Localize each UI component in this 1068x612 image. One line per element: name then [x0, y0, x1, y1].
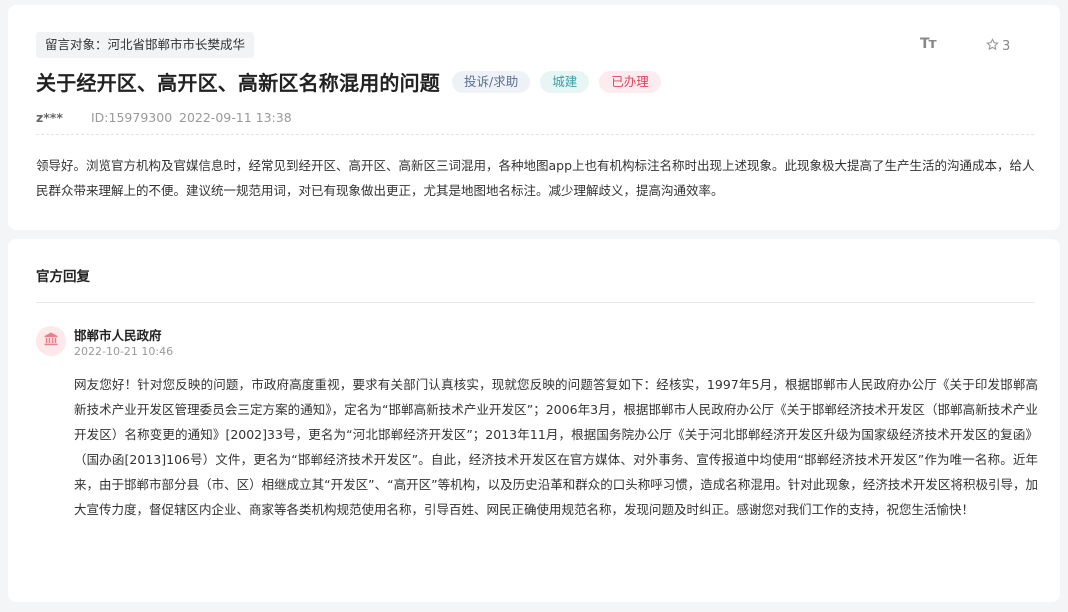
government-building-icon	[43, 331, 59, 351]
favorite-count: 3	[1002, 39, 1011, 54]
message-meta: z*** ID:15979300 2022-09-11 13:38	[36, 110, 292, 125]
avatar	[36, 326, 66, 356]
message-target-tag: 留言对象：河北省邯郸市市长樊成华	[36, 32, 255, 58]
font-size-icon[interactable]: Tт	[920, 36, 937, 52]
category-tag: 投诉/求助	[452, 70, 531, 93]
favorite-button[interactable]: 3	[986, 38, 1010, 55]
message-title: 关于经开区、高开区、高新区名称混用的问题	[36, 71, 440, 95]
reply-content: 网友您好！针对您反映的问题，市政府高度重视，要求有关部门认真核实，现就您反映的问…	[74, 377, 1038, 517]
official-reply-card: 官方回复 邯郸市人民政府 2022-10-21 10:46 网友您好！针对您反映…	[8, 239, 1060, 602]
message-user: z***	[36, 110, 63, 125]
reply-heading: 官方回复	[36, 269, 90, 285]
title-row: 关于经开区、高开区、高新区名称混用的问题 投诉/求助 城建 已办理	[36, 67, 661, 96]
divider	[36, 134, 1034, 135]
status-badge: 已办理	[599, 70, 661, 93]
message-datetime: 2022-09-11 13:38	[179, 110, 292, 125]
message-card: 留言对象：河北省邯郸市市长樊成华 Tт 3 关于经开区、高开区、高新区名称混用的…	[8, 5, 1060, 230]
reply-datetime: 2022-10-21 10:46	[74, 345, 174, 358]
message-content: 领导好。浏览官方机构及官媒信息时，经常见到经开区、高开区、高新区三词混用，各种地…	[36, 158, 1035, 198]
divider	[36, 302, 1034, 303]
star-outline-icon	[986, 38, 999, 55]
department-tag: 城建	[540, 70, 590, 93]
responder-name: 邯郸市人民政府	[74, 328, 162, 343]
message-id: ID:15979300	[91, 110, 173, 125]
